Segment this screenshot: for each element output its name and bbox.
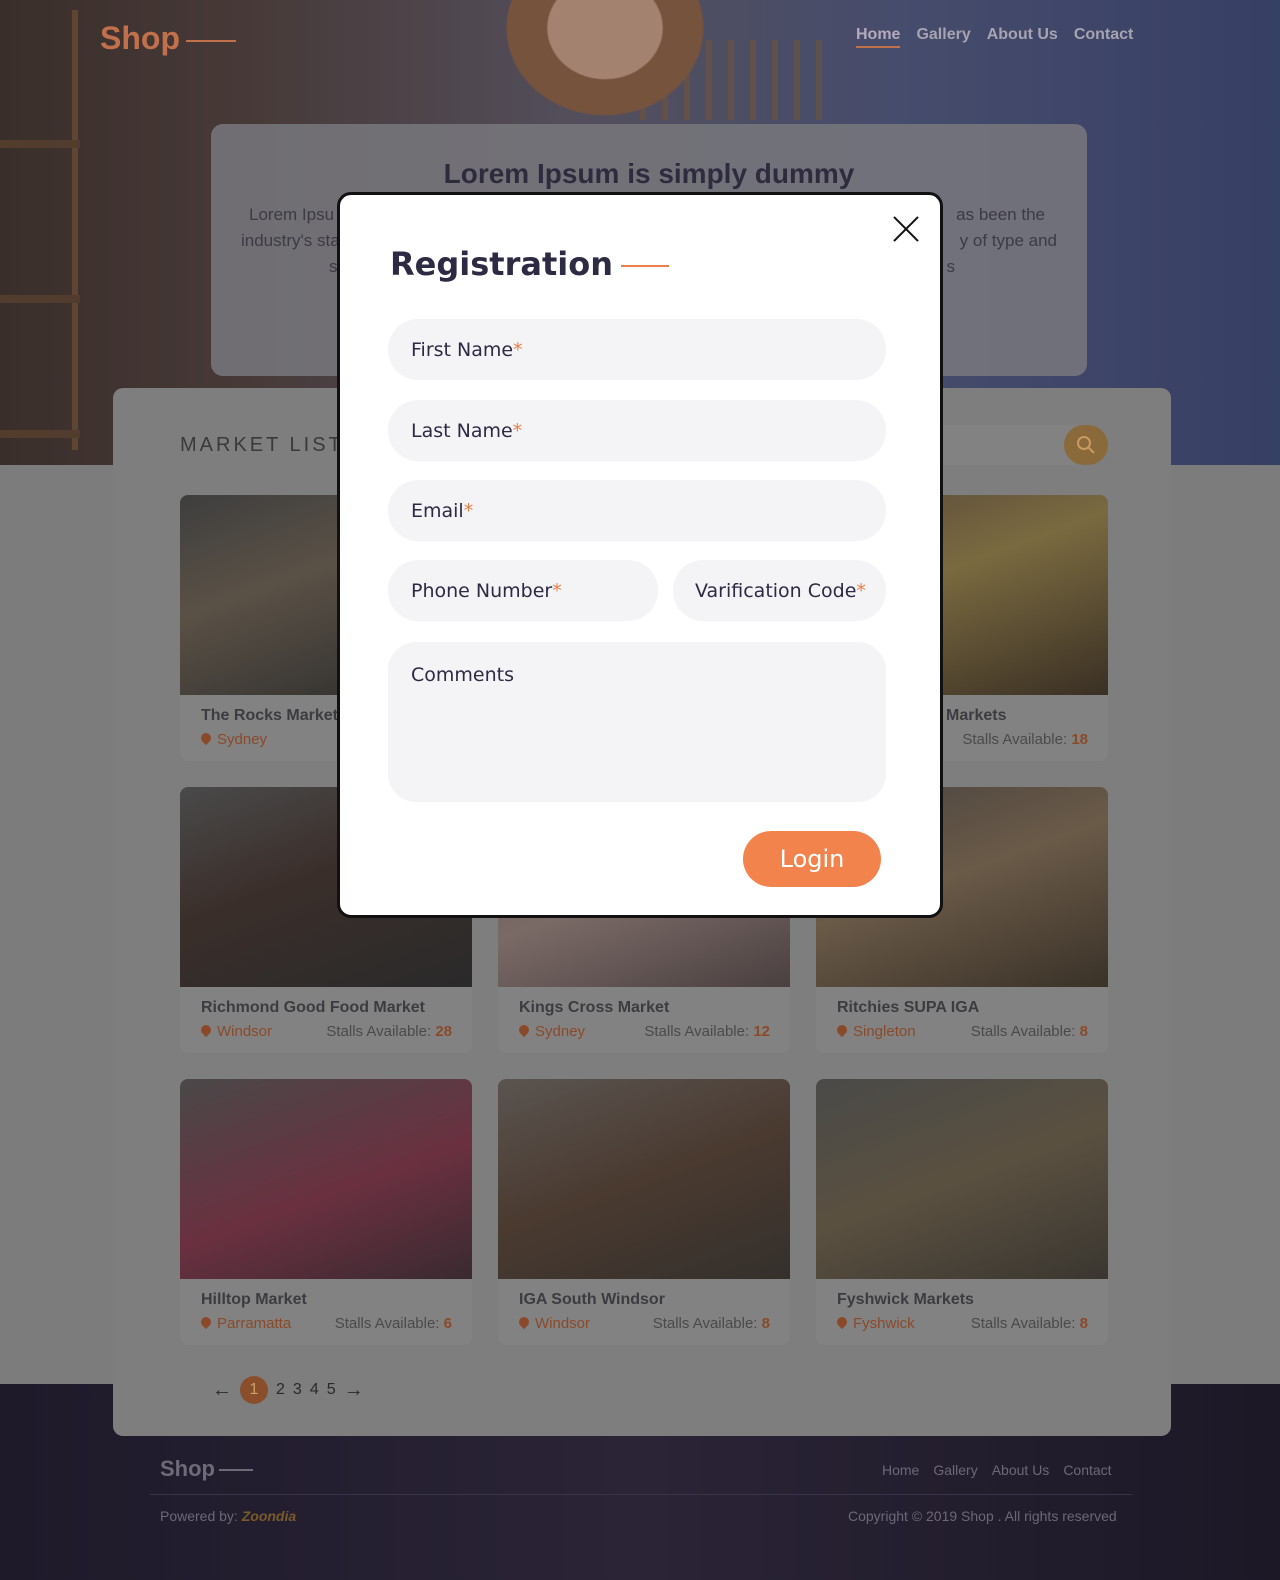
comments-field[interactable]: Comments xyxy=(388,642,886,802)
footer-nav-home[interactable]: Home xyxy=(882,1462,919,1478)
footer-nav-gallery[interactable]: Gallery xyxy=(933,1462,977,1478)
market-location: Windsor xyxy=(516,1314,590,1332)
market-card[interactable]: Hilltop Market Parramatta Stalls Availab… xyxy=(180,1079,472,1345)
market-name: Markets xyxy=(946,707,1007,724)
location-pin-icon xyxy=(834,1314,850,1330)
market-name: The Rocks Market xyxy=(201,707,338,724)
market-name: Richmond Good Food Market xyxy=(201,999,425,1016)
market-card[interactable]: IGA South Windsor Windsor Stalls Availab… xyxy=(498,1079,790,1345)
hero-title: Lorem Ipsum is simply dummy xyxy=(443,158,855,189)
page-4[interactable]: 4 xyxy=(310,1381,319,1399)
search-button[interactable] xyxy=(1064,425,1108,465)
modal-title: Registration xyxy=(390,245,669,283)
pagination: ← 1 2 3 4 5 → xyxy=(212,1376,364,1404)
market-location: Sydney xyxy=(198,730,267,748)
market-stalls: Stalls Available: 18 xyxy=(962,731,1088,748)
market-name: IGA South Windsor xyxy=(519,1291,665,1308)
nav-gallery[interactable]: Gallery xyxy=(916,26,970,48)
footer-divider xyxy=(150,1494,1132,1495)
close-icon[interactable] xyxy=(892,215,920,243)
market-name: Ritchies SUPA IGA xyxy=(837,999,980,1016)
search-icon xyxy=(1077,436,1095,454)
main-nav: Home Gallery About Us Contact xyxy=(856,26,1133,48)
verification-code-field[interactable]: Varification Code * xyxy=(673,560,886,621)
page-2[interactable]: 2 xyxy=(276,1381,285,1399)
copyright: Copyright © 2019 Shop . All rights reser… xyxy=(848,1508,1117,1524)
page-1[interactable]: 1 xyxy=(240,1376,268,1404)
market-location: Sydney xyxy=(516,1022,585,1040)
market-image xyxy=(498,1079,790,1279)
next-page-arrow-icon[interactable]: → xyxy=(344,1379,364,1402)
registration-modal: Registration First Name * Last Name * Emai… xyxy=(337,192,943,918)
market-card[interactable]: Fyshwick Markets Fyshwick Stalls Availab… xyxy=(816,1079,1108,1345)
login-button[interactable]: Login xyxy=(743,831,881,887)
market-name: Fyshwick Markets xyxy=(837,1291,974,1308)
footer-logo[interactable]: Shop xyxy=(160,1456,253,1482)
location-pin-icon xyxy=(198,1022,214,1038)
nav-about[interactable]: About Us xyxy=(987,26,1058,48)
market-location: Fyshwick xyxy=(834,1314,915,1332)
market-location: Singleton xyxy=(834,1022,916,1040)
nav-home[interactable]: Home xyxy=(856,26,901,48)
prev-page-arrow-icon[interactable]: ← xyxy=(212,1379,232,1402)
logo[interactable]: Shop xyxy=(100,20,236,57)
location-pin-icon xyxy=(834,1022,850,1038)
market-stalls: Stalls Available: 6 xyxy=(334,1315,452,1332)
page-5[interactable]: 5 xyxy=(327,1381,336,1399)
market-name: Hilltop Market xyxy=(201,1291,307,1308)
last-name-field[interactable]: Last Name * xyxy=(388,400,886,461)
first-name-field[interactable]: First Name * xyxy=(388,319,886,380)
footer-nav-about[interactable]: About Us xyxy=(992,1462,1050,1478)
market-image xyxy=(816,1079,1108,1279)
market-stalls: Stalls Available: 28 xyxy=(326,1023,452,1040)
market-location: Parramatta xyxy=(198,1314,291,1332)
location-pin-icon xyxy=(516,1314,532,1330)
location-pin-icon xyxy=(198,1314,214,1330)
market-location: Windsor xyxy=(198,1022,272,1040)
market-name: Kings Cross Market xyxy=(519,999,670,1016)
footer-nav: Home Gallery About Us Contact xyxy=(882,1462,1112,1478)
zoondia-logo[interactable]: Zoondia xyxy=(242,1508,296,1524)
market-stalls: Stalls Available: 8 xyxy=(652,1315,770,1332)
market-stalls: Stalls Available: 8 xyxy=(970,1315,1088,1332)
footer-nav-contact[interactable]: Contact xyxy=(1063,1462,1111,1478)
market-stalls: Stalls Available: 8 xyxy=(970,1023,1088,1040)
market-image xyxy=(180,1079,472,1279)
nav-contact[interactable]: Contact xyxy=(1074,26,1134,48)
market-stalls: Stalls Available: 12 xyxy=(644,1023,770,1040)
powered-by: Powered by: Zoondia xyxy=(160,1508,297,1524)
location-pin-icon xyxy=(198,730,214,746)
location-pin-icon xyxy=(516,1022,532,1038)
phone-number-field[interactable]: Phone Number * xyxy=(388,560,658,621)
page-3[interactable]: 3 xyxy=(293,1381,302,1399)
email-field[interactable]: Email * xyxy=(388,480,886,541)
